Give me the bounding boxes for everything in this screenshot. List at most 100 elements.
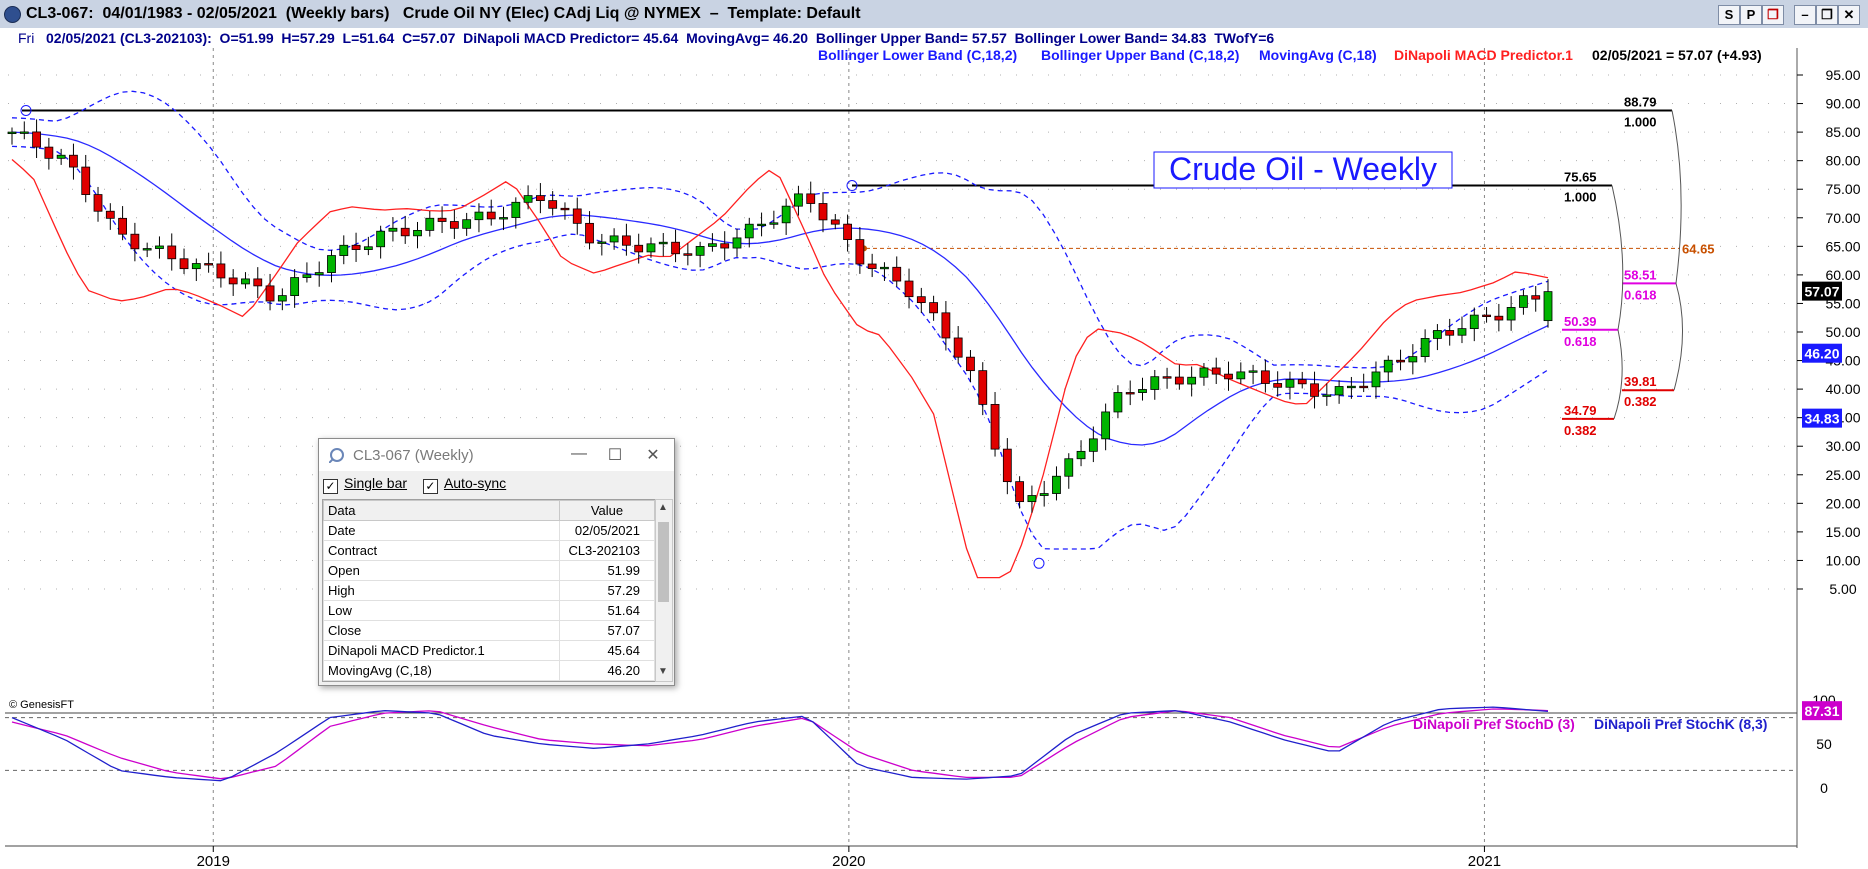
- candle-body: [1150, 376, 1160, 390]
- candle-body: [1138, 389, 1147, 393]
- p-button[interactable]: P: [1740, 5, 1762, 25]
- candle-body: [1273, 383, 1283, 388]
- level-34-label: 34.79: [1564, 403, 1597, 418]
- single-bar-label: Single bar: [344, 475, 408, 491]
- price-tick-label: 5.00: [1829, 581, 1856, 597]
- copyright: © GenesisFT: [9, 699, 74, 711]
- data-row-value: 46.20: [559, 660, 655, 681]
- candle-body: [376, 230, 386, 248]
- candle-body: [1420, 338, 1430, 358]
- column-header-data[interactable]: Data: [323, 500, 560, 521]
- scrollbar[interactable]: ▲ ▼: [655, 499, 673, 682]
- data-row-value: 57.29: [559, 580, 655, 601]
- data-row-key: Contract: [323, 540, 560, 561]
- scroll-up-icon[interactable]: ▲: [658, 502, 668, 513]
- scroll-thumb[interactable]: [658, 522, 669, 602]
- candle-body: [499, 217, 508, 220]
- ma-value-tag-label: 46.20: [1804, 346, 1839, 362]
- data-table[interactable]: Data Value Date 02/05/2021 Contract CL3-202…: [322, 499, 656, 682]
- candle-body: [44, 146, 54, 159]
- candle-body: [462, 219, 472, 229]
- candle-body: [105, 210, 115, 219]
- auto-sync-checkbox[interactable]: ✓: [422, 479, 438, 494]
- candle-body: [437, 217, 447, 222]
- data-row[interactable]: Contract CL3-202103: [323, 540, 655, 561]
- data-row-key: MovingAvg (C,18): [323, 660, 560, 681]
- data-row[interactable]: High 57.29: [323, 580, 655, 601]
- price-tick-label: 15.00: [1825, 524, 1860, 540]
- data-row[interactable]: Low 51.64: [323, 600, 655, 621]
- data-row-key: Low: [323, 600, 560, 621]
- data-window[interactable]: CL3-067 (Weekly) — ☐ ✕ ✓ Single bar ✓ Auto…: [318, 438, 675, 686]
- legend-stochd[interactable]: DiNapoli Pref StochD (3): [1413, 716, 1575, 732]
- single-bar-checkbox[interactable]: ✓: [323, 479, 338, 494]
- data-row[interactable]: DiNapoli MACD Predictor.1 45.64: [323, 640, 655, 661]
- legend-stochk[interactable]: DiNapoli Pref StochK (8,3): [1594, 716, 1767, 732]
- candle-body: [585, 222, 594, 244]
- legend-ma[interactable]: MovingAvg (C,18): [1259, 48, 1377, 63]
- candle-body: [892, 266, 902, 282]
- candle-body: [265, 285, 275, 302]
- candle-body: [204, 263, 214, 266]
- data-row-key: High: [323, 580, 560, 601]
- candle-body: [1199, 367, 1209, 378]
- candle-body: [535, 195, 545, 202]
- column-header-value[interactable]: Value: [559, 500, 655, 521]
- candle-body: [216, 263, 226, 279]
- candle-body: [744, 223, 754, 239]
- candle-body: [1113, 392, 1123, 413]
- candle-body: [1334, 386, 1344, 396]
- minimize-button[interactable]: –: [1794, 5, 1816, 25]
- legend-macd[interactable]: DiNapoli MACD Predictor.1: [1394, 48, 1573, 63]
- candle-body: [1396, 359, 1405, 363]
- data-row[interactable]: Close 57.07: [323, 620, 655, 641]
- legend-bb-lower[interactable]: Bollinger Lower Band (C,18,2): [818, 48, 1017, 63]
- close-button[interactable]: ✕: [1838, 5, 1860, 25]
- candle-body: [388, 227, 398, 232]
- candle-body: [191, 263, 201, 270]
- level-58-ratio: 0.618: [1624, 287, 1657, 302]
- candle-body: [1457, 328, 1467, 336]
- candle-body: [474, 211, 484, 221]
- price-tick-label: 90.00: [1825, 96, 1860, 112]
- candle-body: [1297, 379, 1307, 385]
- s-button[interactable]: S: [1718, 5, 1740, 25]
- candle-body: [1211, 367, 1221, 375]
- data-row[interactable]: Date 02/05/2021: [323, 520, 655, 541]
- price-tick-label: 10.00: [1825, 552, 1860, 568]
- price-tick-label: 40.00: [1825, 381, 1860, 397]
- candle-body: [708, 243, 717, 247]
- data-row[interactable]: MovingAvg (C,18) 46.20: [323, 660, 655, 681]
- close-icon[interactable]: ✕: [641, 445, 665, 465]
- candle-body: [1322, 394, 1332, 397]
- price-chart[interactable]: 95.00 90.00 85.00 80.00 75.00 70.00 65.00 60.00…: [0, 48, 1868, 869]
- data-window-titlebar[interactable]: CL3-067 (Weekly) — ☐ ✕: [319, 439, 674, 471]
- candle-body: [646, 243, 656, 253]
- detach-button[interactable]: ❐: [1762, 5, 1784, 25]
- maximize-icon[interactable]: ☐: [603, 445, 627, 465]
- candle-body: [1236, 371, 1246, 380]
- candle-body: [855, 239, 865, 265]
- candle-body: [1224, 373, 1233, 380]
- candle-body: [486, 211, 496, 220]
- scroll-down-icon[interactable]: ▼: [658, 666, 668, 677]
- candle-body: [781, 205, 791, 224]
- data-row[interactable]: Open 51.99: [323, 560, 655, 581]
- candle-body: [634, 244, 644, 253]
- candle-body: [277, 295, 287, 302]
- data-row-key: Open: [323, 560, 560, 581]
- candle-body: [695, 246, 705, 256]
- candle-body: [1002, 448, 1012, 483]
- candle-body: [19, 131, 29, 134]
- candle-body: [732, 237, 742, 249]
- candle-body: [1125, 392, 1135, 395]
- legend-bb-upper[interactable]: Bollinger Upper Band (C,18,2): [1041, 48, 1239, 63]
- level-88-ratio: 1.000: [1624, 114, 1657, 129]
- minimize-icon[interactable]: —: [567, 445, 591, 463]
- data-row-key: DiNapoli MACD Predictor.1: [323, 640, 560, 661]
- restore-button[interactable]: ❐: [1816, 5, 1838, 25]
- candle-body: [941, 312, 951, 339]
- candle-body: [413, 229, 422, 237]
- candle-body: [1187, 376, 1197, 385]
- level-64-label: 64.65: [1682, 241, 1715, 256]
